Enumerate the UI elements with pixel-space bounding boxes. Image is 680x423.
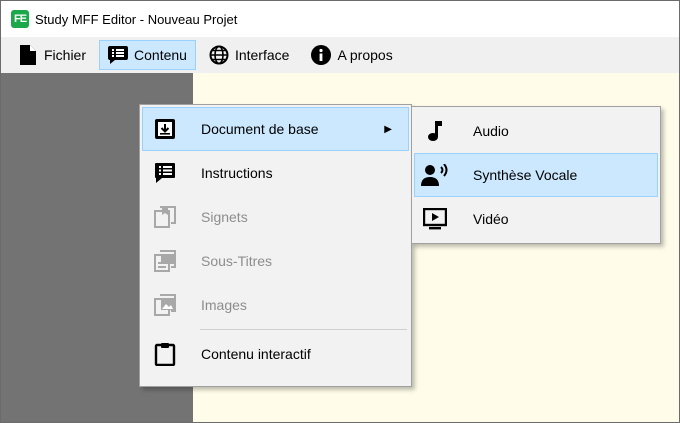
menu-item-label: Images	[201, 297, 247, 313]
list-icon	[108, 45, 129, 65]
app-logo-icon: FE	[11, 10, 29, 28]
menu-contenu[interactable]: Contenu	[99, 40, 196, 70]
bookmark-icon	[149, 201, 181, 233]
image-icon	[149, 289, 181, 321]
menu-interface-label: Interface	[234, 47, 290, 63]
submenu-item-label: Synthèse Vocale	[473, 167, 578, 183]
menu-item-document-de-base[interactable]: Document de base ▶	[142, 107, 409, 151]
menu-item-label: Signets	[201, 209, 248, 225]
chat-list-icon	[149, 157, 181, 189]
music-note-icon	[419, 115, 451, 147]
menu-item-images[interactable]: Images	[142, 283, 409, 327]
submenu-item-video[interactable]: Vidéo	[414, 197, 658, 241]
video-icon	[419, 203, 451, 235]
menu-apropos[interactable]: A propos	[302, 40, 401, 70]
menu-contenu-label: Contenu	[134, 47, 187, 63]
menu-item-label: Instructions	[201, 165, 273, 181]
contenu-dropdown-menu: Document de base ▶ Instructions Signets …	[139, 104, 412, 387]
submenu-item-label: Audio	[473, 123, 509, 139]
globe-icon	[209, 45, 229, 65]
info-icon	[311, 45, 332, 65]
menu-item-contenu-interactif[interactable]: Contenu interactif	[142, 332, 409, 376]
menu-item-label: Sous-Titres	[201, 253, 273, 269]
clipboard-icon	[149, 338, 181, 370]
menu-fichier-label: Fichier	[44, 47, 87, 63]
menu-bar: Fichier Contenu Interface A propos	[1, 37, 679, 73]
window-title: Study MFF Editor - Nouveau Projet	[35, 11, 238, 27]
submenu-item-label: Vidéo	[473, 211, 509, 227]
submenu-item-audio[interactable]: Audio	[414, 109, 658, 153]
menu-fichier[interactable]: Fichier	[9, 40, 95, 70]
menu-item-label: Contenu interactif	[201, 346, 311, 362]
file-icon	[18, 45, 38, 65]
download-box-icon	[149, 113, 181, 145]
app-window: FE Study MFF Editor - Nouveau Projet Fic…	[0, 0, 680, 423]
menu-item-sous-titres[interactable]: Sous-Titres	[142, 239, 409, 283]
voice-icon	[419, 159, 451, 191]
menu-item-instructions[interactable]: Instructions	[142, 151, 409, 195]
menu-item-label: Document de base	[201, 121, 319, 137]
title-bar[interactable]: FE Study MFF Editor - Nouveau Projet	[1, 1, 679, 37]
menu-separator	[200, 329, 407, 330]
submenu-item-synthese-vocale[interactable]: Synthèse Vocale	[414, 153, 658, 197]
menu-interface[interactable]: Interface	[200, 40, 298, 70]
subtitles-icon	[149, 245, 181, 277]
menu-item-signets[interactable]: Signets	[142, 195, 409, 239]
menu-apropos-label: A propos	[337, 47, 393, 63]
submenu-arrow-icon: ▶	[384, 123, 392, 135]
document-de-base-submenu: Audio Synthèse Vocale Vidéo	[411, 106, 661, 244]
